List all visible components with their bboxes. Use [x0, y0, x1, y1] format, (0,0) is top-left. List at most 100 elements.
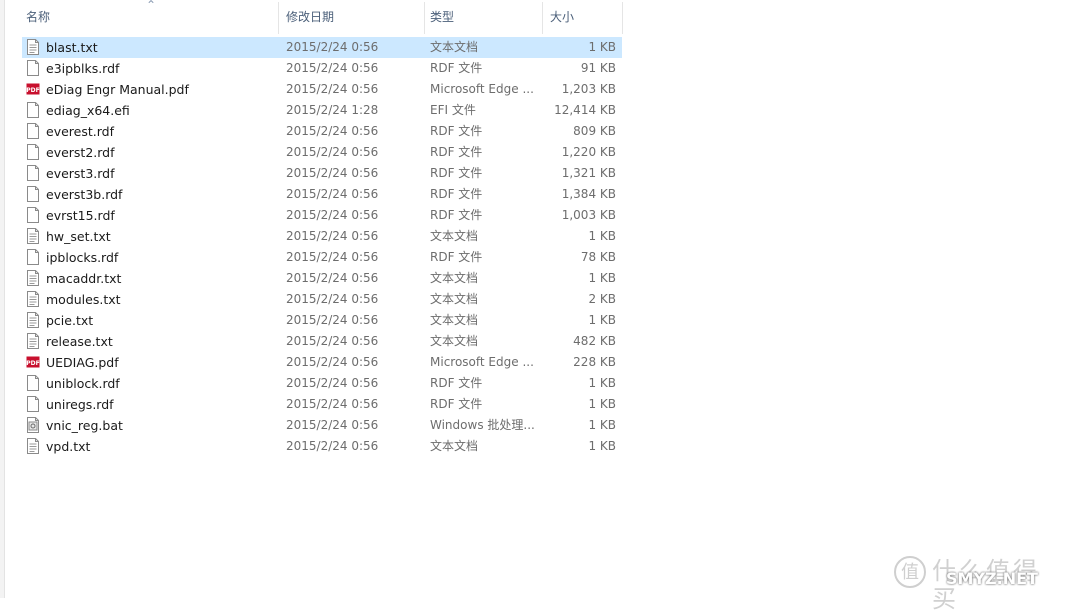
file-name: UEDIAG.pdf: [46, 355, 119, 370]
column-header-name-label: 名称: [26, 10, 51, 24]
file-size: 1,321 KB: [561, 166, 616, 180]
file-row[interactable]: uniblock.rdf 2015/2/24 0:56 RDF 文件 1 KB: [22, 373, 622, 394]
file-type: RDF 文件: [430, 208, 483, 222]
window-left-edge: [0, 0, 5, 598]
file-name: vnic_reg.bat: [46, 418, 123, 433]
file-name: e3ipblks.rdf: [46, 61, 120, 76]
column-header-type-label: 类型: [430, 10, 455, 24]
file-size: 482 KB: [573, 334, 616, 348]
file-row[interactable]: everst3b.rdf 2015/2/24 0:56 RDF 文件 1,384 KB: [22, 184, 622, 205]
watermark-logo-icon: 值: [894, 556, 926, 588]
file-row[interactable]: release.txt 2015/2/24 0:56 文本文档 482 KB: [22, 331, 622, 352]
file-size: 91 KB: [580, 61, 616, 75]
file-name: macaddr.txt: [46, 271, 122, 286]
file-row[interactable]: e3ipblks.rdf 2015/2/24 0:56 RDF 文件 91 KB: [22, 58, 622, 79]
file-size: 1 KB: [588, 271, 616, 285]
file-size: 1 KB: [588, 376, 616, 390]
file-row[interactable]: everst3.rdf 2015/2/24 0:56 RDF 文件 1,321 KB: [22, 163, 622, 184]
file-modified-date: 2015/2/24 0:56: [286, 292, 379, 306]
file-name: everest.rdf: [46, 124, 114, 139]
file-row[interactable]: evrst15.rdf 2015/2/24 0:56 RDF 文件 1,003 KB: [22, 205, 622, 226]
generic-file-icon: [26, 165, 40, 181]
file-row[interactable]: pcie.txt 2015/2/24 0:56 文本文档 1 KB: [22, 310, 622, 331]
column-header-modified-label: 修改日期: [286, 10, 335, 24]
file-row[interactable]: everest.rdf 2015/2/24 0:56 RDF 文件 809 KB: [22, 121, 622, 142]
text-file-icon: [26, 270, 40, 286]
file-type: 文本文档: [430, 229, 479, 243]
file-type: 文本文档: [430, 334, 479, 348]
file-modified-date: 2015/2/24 0:56: [286, 187, 379, 201]
file-size: 1,384 KB: [561, 187, 616, 201]
file-type: 文本文档: [430, 313, 479, 327]
column-divider[interactable]: [424, 2, 425, 34]
file-type: 文本文档: [430, 292, 479, 306]
file-row[interactable]: ediag_x64.efi 2015/2/24 1:28 EFI 文件 12,414 …: [22, 100, 622, 121]
pdf-icon-text: PDF: [26, 87, 39, 94]
sort-ascending-icon: ⌃: [146, 0, 157, 12]
file-row[interactable]: vnic_reg.bat 2015/2/24 0:56 Windows 批处理...…: [22, 415, 622, 436]
file-size: 1 KB: [588, 418, 616, 432]
generic-file-icon: [26, 123, 40, 139]
file-modified-date: 2015/2/24 0:56: [286, 439, 379, 453]
file-type: Microsoft Edge ...: [430, 82, 534, 96]
file-row[interactable]: ipblocks.rdf 2015/2/24 0:56 RDF 文件 78 KB: [22, 247, 622, 268]
file-row[interactable]: macaddr.txt 2015/2/24 0:56 文本文档 1 KB: [22, 268, 622, 289]
file-modified-date: 2015/2/24 0:56: [286, 313, 379, 327]
file-name: uniregs.rdf: [46, 397, 114, 412]
file-row[interactable]: everst2.rdf 2015/2/24 0:56 RDF 文件 1,220 KB: [22, 142, 622, 163]
column-header-size[interactable]: 大小: [546, 0, 622, 36]
file-type: 文本文档: [430, 271, 479, 285]
file-name: vpd.txt: [46, 439, 91, 454]
file-type: Windows 批处理...: [430, 418, 535, 432]
text-file-icon: [26, 438, 40, 454]
file-row[interactable]: PDF UEDIAG.pdf 2015/2/24 0:56 Microsoft Edg…: [22, 352, 622, 373]
text-file-icon: [26, 312, 40, 328]
file-size: 1 KB: [588, 397, 616, 411]
file-modified-date: 2015/2/24 0:56: [286, 124, 379, 138]
file-row[interactable]: uniregs.rdf 2015/2/24 0:56 RDF 文件 1 KB: [22, 394, 622, 415]
file-list: blast.txt 2015/2/24 0:56 文本文档 1 KB e3ipblks.…: [22, 37, 622, 457]
file-type: RDF 文件: [430, 187, 483, 201]
file-name: evrst15.rdf: [46, 208, 115, 223]
file-type: 文本文档: [430, 439, 479, 453]
file-size: 1,003 KB: [561, 208, 616, 222]
file-size: 1 KB: [588, 40, 616, 54]
file-row[interactable]: PDF eDiag Engr Manual.pdf 2015/2/24 0:56 Mi…: [22, 79, 622, 100]
column-divider[interactable]: [278, 2, 279, 34]
pdf-icon-text: PDF: [26, 360, 39, 367]
file-name: pcie.txt: [46, 313, 94, 328]
file-type: RDF 文件: [430, 61, 483, 75]
file-modified-date: 2015/2/24 0:56: [286, 166, 379, 180]
file-modified-date: 2015/2/24 0:56: [286, 61, 379, 75]
generic-file-icon: [26, 144, 40, 160]
file-row[interactable]: modules.txt 2015/2/24 0:56 文本文档 2 KB: [22, 289, 622, 310]
batch-file-icon: [26, 417, 40, 433]
column-header-modified[interactable]: 修改日期: [282, 0, 424, 36]
file-name: uniblock.rdf: [46, 376, 120, 391]
file-type: RDF 文件: [430, 397, 483, 411]
file-modified-date: 2015/2/24 0:56: [286, 250, 379, 264]
file-name: modules.txt: [46, 292, 121, 307]
column-divider[interactable]: [622, 2, 623, 34]
file-modified-date: 2015/2/24 0:56: [286, 82, 379, 96]
column-divider[interactable]: [542, 2, 543, 34]
file-modified-date: 2015/2/24 0:56: [286, 145, 379, 159]
file-row[interactable]: hw_set.txt 2015/2/24 0:56 文本文档 1 KB: [22, 226, 622, 247]
file-modified-date: 2015/2/24 0:56: [286, 334, 379, 348]
file-type: 文本文档: [430, 40, 479, 54]
pdf-file-icon: PDF: [26, 81, 40, 97]
file-row[interactable]: vpd.txt 2015/2/24 0:56 文本文档 1 KB: [22, 436, 622, 457]
column-header-size-label: 大小: [550, 10, 575, 24]
generic-file-icon: [26, 396, 40, 412]
text-file-icon: [26, 39, 40, 55]
file-name: release.txt: [46, 334, 113, 349]
file-modified-date: 2015/2/24 1:28: [286, 103, 379, 117]
generic-file-icon: [26, 186, 40, 202]
file-row[interactable]: blast.txt 2015/2/24 0:56 文本文档 1 KB: [22, 37, 622, 58]
watermark: 值 什么值得买 SMYZ.NET: [894, 556, 1054, 613]
file-type: RDF 文件: [430, 166, 483, 180]
file-size: 1,220 KB: [561, 145, 616, 159]
generic-file-icon: [26, 60, 40, 76]
file-name: ediag_x64.efi: [46, 103, 130, 118]
column-header-type[interactable]: 类型: [426, 0, 542, 36]
